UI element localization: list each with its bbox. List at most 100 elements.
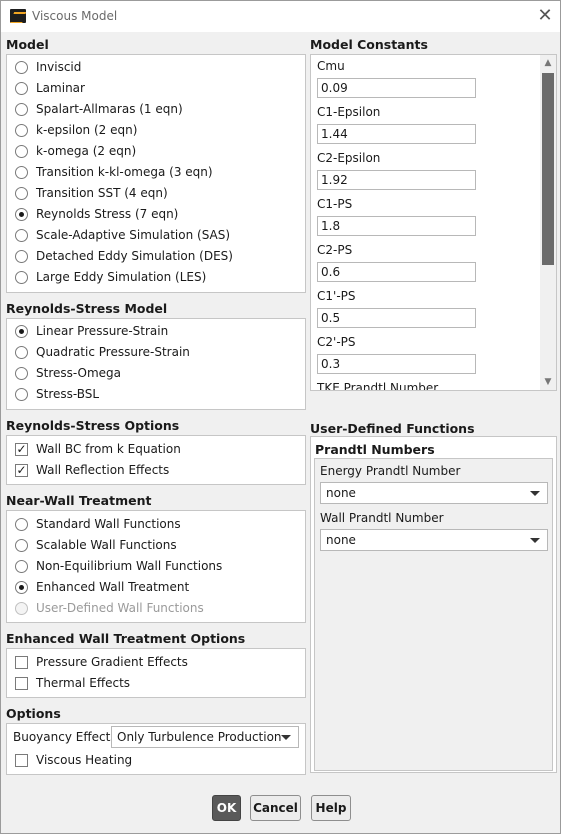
rs-option-linear-pressure-strain[interactable]: Linear Pressure-Strain: [15, 322, 168, 340]
ewt-options-section-title: Enhanced Wall Treatment Options: [6, 631, 246, 646]
radio-button-selected[interactable]: [15, 580, 28, 594]
udf-section-title: User-Defined Functions: [310, 421, 475, 436]
thermal-effects-checkbox[interactable]: Thermal Effects: [15, 674, 130, 692]
option-label: Wall Reflection Effects: [36, 463, 170, 477]
prandtl-numbers-title: Prandtl Numbers: [315, 442, 435, 457]
constant-label-c1-ps: C1-PS: [317, 197, 353, 211]
nwt-option-scalable[interactable]: Scalable Wall Functions: [15, 536, 177, 554]
constant-label-c2-epsilon: C2-Epsilon: [317, 151, 381, 165]
radio-button[interactable]: [15, 60, 28, 74]
viscous-model-dialog: Viscous Model ✕ Model Inviscid Laminar S…: [0, 0, 561, 834]
help-button[interactable]: Help: [311, 795, 351, 821]
option-label: Thermal Effects: [36, 676, 131, 690]
option-label: Large Eddy Simulation (LES): [36, 270, 207, 284]
radio-button[interactable]: [15, 123, 28, 137]
ewt-options-group: Pressure Gradient Effects Thermal Effect…: [6, 648, 306, 698]
radio-button[interactable]: [15, 538, 28, 552]
wall-prandtl-dropdown[interactable]: none: [320, 529, 548, 551]
radio-button-selected[interactable]: [15, 324, 28, 338]
option-label: Laminar: [36, 81, 85, 95]
viscous-heating-checkbox[interactable]: Viscous Heating: [15, 751, 132, 769]
radio-button[interactable]: [15, 270, 28, 284]
model-option-les[interactable]: Large Eddy Simulation (LES): [15, 268, 206, 286]
constant-label-c1-prime-ps: C1'-PS: [317, 289, 356, 303]
model-option-laminar[interactable]: Laminar: [15, 79, 85, 97]
radio-button[interactable]: [15, 186, 28, 200]
c1-prime-ps-input[interactable]: [317, 308, 476, 328]
rs-model-group: Linear Pressure-Strain Quadratic Pressur…: [6, 318, 306, 410]
constant-label-c2-prime-ps: C2'-PS: [317, 335, 356, 349]
model-option-sas[interactable]: Scale-Adaptive Simulation (SAS): [15, 226, 230, 244]
option-label: k-omega (2 eqn): [36, 144, 137, 158]
buoyancy-effects-dropdown[interactable]: Only Turbulence Production: [111, 726, 299, 748]
option-label: Inviscid: [36, 60, 82, 74]
wall-prandtl-label: Wall Prandtl Number: [320, 511, 444, 525]
c2-epsilon-input[interactable]: [317, 170, 476, 190]
model-option-k-epsilon[interactable]: k-epsilon (2 eqn): [15, 121, 137, 139]
model-option-reynolds-stress[interactable]: Reynolds Stress (7 eqn): [15, 205, 178, 223]
radio-button[interactable]: [15, 102, 28, 116]
radio-button-selected[interactable]: [15, 207, 28, 221]
radio-button[interactable]: [15, 366, 28, 380]
c2-ps-input[interactable]: [317, 262, 476, 282]
energy-prandtl-dropdown[interactable]: none: [320, 482, 548, 504]
cancel-button[interactable]: Cancel: [250, 795, 301, 821]
pressure-gradient-effects-checkbox[interactable]: Pressure Gradient Effects: [15, 653, 188, 671]
model-constants-group: Cmu C1-Epsilon C2-Epsilon C1-PS C2-PS C1…: [310, 54, 557, 391]
model-option-k-omega[interactable]: k-omega (2 eqn): [15, 142, 136, 160]
radio-button[interactable]: [15, 517, 28, 531]
scroll-down-arrow-icon[interactable]: ▼: [540, 374, 556, 390]
checkbox-checked[interactable]: ✓: [15, 463, 28, 477]
option-label: Scale-Adaptive Simulation (SAS): [36, 228, 231, 242]
option-label: Linear Pressure-Strain: [36, 324, 169, 338]
c1-epsilon-input[interactable]: [317, 124, 476, 144]
rs-option-stress-omega[interactable]: Stress-Omega: [15, 364, 121, 382]
scrollbar-thumb[interactable]: [542, 73, 554, 265]
c2-prime-ps-input[interactable]: [317, 354, 476, 374]
rs-option-stress-bsl[interactable]: Stress-BSL: [15, 385, 99, 403]
dropdown-value: none: [326, 486, 356, 500]
nwt-option-enhanced[interactable]: Enhanced Wall Treatment: [15, 578, 189, 596]
constant-label-cmu: Cmu: [317, 59, 345, 73]
dropdown-value: Only Turbulence Production: [117, 730, 282, 744]
constant-label-tke-prandtl: TKE Prandtl Number: [317, 381, 439, 391]
model-option-transition-k-kl-omega[interactable]: Transition k-kl-omega (3 eqn): [15, 163, 213, 181]
cmu-input[interactable]: [317, 78, 476, 98]
radio-button[interactable]: [15, 345, 28, 359]
model-option-inviscid[interactable]: Inviscid: [15, 58, 81, 76]
rs-option-quadratic-pressure-strain[interactable]: Quadratic Pressure-Strain: [15, 343, 190, 361]
nwt-option-standard[interactable]: Standard Wall Functions: [15, 515, 181, 533]
wall-reflection-effects-checkbox[interactable]: ✓ Wall Reflection Effects: [15, 461, 169, 479]
option-label: k-epsilon (2 eqn): [36, 123, 138, 137]
options-group: Buoyancy Effects Only Turbulence Product…: [6, 723, 306, 775]
model-option-spalart-allmaras[interactable]: Spalart-Allmaras (1 eqn): [15, 100, 183, 118]
radio-button[interactable]: [15, 559, 28, 573]
nwt-option-user-defined: User-Defined Wall Functions: [15, 599, 204, 617]
radio-button[interactable]: [15, 165, 28, 179]
option-label: Stress-BSL: [36, 387, 100, 401]
constant-label-c1-epsilon: C1-Epsilon: [317, 105, 381, 119]
checkbox-checked[interactable]: ✓: [15, 442, 28, 456]
ok-button[interactable]: OK: [212, 795, 241, 821]
radio-button[interactable]: [15, 387, 28, 401]
checkbox[interactable]: [15, 676, 28, 690]
model-option-transition-sst[interactable]: Transition SST (4 eqn): [15, 184, 168, 202]
checkbox[interactable]: [15, 655, 28, 669]
chevron-down-icon: [530, 491, 540, 496]
app-logo-icon: [10, 9, 26, 23]
checkbox[interactable]: [15, 753, 28, 767]
option-label: Stress-Omega: [36, 366, 122, 380]
close-icon[interactable]: ✕: [535, 7, 555, 27]
nwt-option-non-equilibrium[interactable]: Non-Equilibrium Wall Functions: [15, 557, 222, 575]
constants-scrollbar[interactable]: ▲ ▼: [540, 55, 556, 390]
radio-button[interactable]: [15, 249, 28, 263]
radio-button[interactable]: [15, 81, 28, 95]
wall-bc-from-k-checkbox[interactable]: ✓ Wall BC from k Equation: [15, 440, 181, 458]
c1-ps-input[interactable]: [317, 216, 476, 236]
radio-button[interactable]: [15, 144, 28, 158]
buoyancy-effects-label: Buoyancy Effects: [13, 730, 117, 744]
radio-button[interactable]: [15, 228, 28, 242]
options-section-title: Options: [6, 706, 61, 721]
scroll-up-arrow-icon[interactable]: ▲: [540, 55, 556, 71]
model-option-des[interactable]: Detached Eddy Simulation (DES): [15, 247, 233, 265]
